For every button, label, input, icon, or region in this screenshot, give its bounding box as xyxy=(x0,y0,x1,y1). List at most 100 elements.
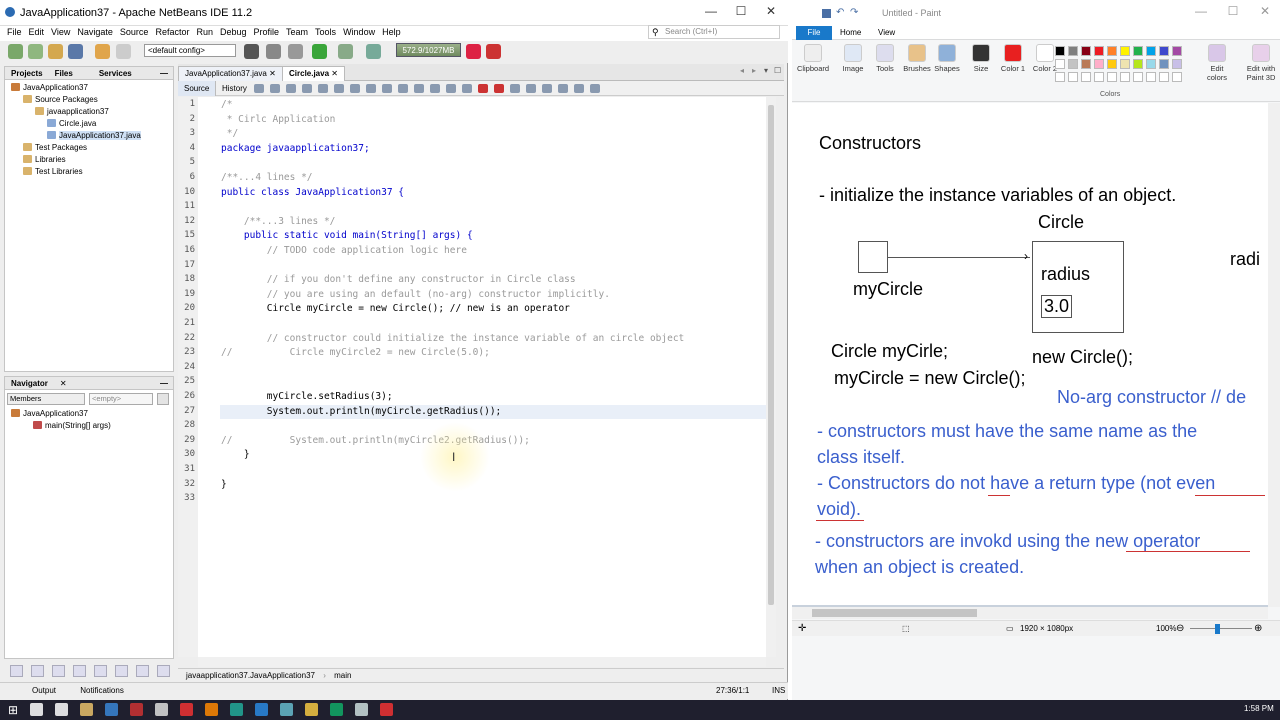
search-input[interactable]: Search (Ctrl+I) xyxy=(648,25,780,39)
taskbar-app-icon[interactable] xyxy=(280,703,293,716)
new-project-icon[interactable] xyxy=(8,44,23,59)
new-file-icon[interactable] xyxy=(28,44,43,59)
open-project-icon[interactable] xyxy=(48,44,63,59)
tree-item[interactable]: Test Libraries xyxy=(23,167,83,177)
zoom-out-icon[interactable]: ⊖ xyxy=(1176,621,1184,636)
color-swatch[interactable] xyxy=(1120,46,1130,56)
taskbar-app-icon[interactable] xyxy=(155,703,168,716)
editor-tool-icon[interactable] xyxy=(382,84,392,93)
save-all-icon[interactable] xyxy=(68,44,83,59)
editor-tool-icon[interactable] xyxy=(318,84,328,93)
editor-tool-icon[interactable] xyxy=(462,84,472,93)
menu-run[interactable]: Run xyxy=(196,26,213,39)
tab-files[interactable]: Files xyxy=(49,67,79,80)
static-icon[interactable] xyxy=(52,665,65,677)
ribbon-group-edit-colors[interactable]: Edit colors xyxy=(1200,44,1234,82)
gc-icon[interactable] xyxy=(466,44,481,59)
inherited-icon[interactable] xyxy=(73,665,86,677)
sort-icon[interactable] xyxy=(10,665,23,677)
taskbar-app-icon[interactable] xyxy=(105,703,118,716)
redo-icon[interactable]: ↷ xyxy=(850,7,858,18)
editor-tool-icon[interactable] xyxy=(270,84,280,93)
menu-profile[interactable]: Profile xyxy=(254,26,280,39)
color-swatch[interactable] xyxy=(1068,72,1078,82)
tab-source[interactable]: Source xyxy=(178,81,217,96)
color-swatch[interactable] xyxy=(1068,46,1078,56)
tab-projects[interactable]: Projects xyxy=(5,67,49,80)
color-swatch[interactable] xyxy=(1159,46,1169,56)
color-swatch[interactable] xyxy=(1107,46,1117,56)
zoom-in-icon[interactable]: ⊕ xyxy=(1254,621,1262,636)
redo-icon[interactable] xyxy=(116,44,131,59)
editor-vertical-scrollbar[interactable] xyxy=(766,97,776,657)
color-swatch[interactable] xyxy=(1068,59,1078,69)
paint-horizontal-scrollbar[interactable] xyxy=(792,607,1268,619)
ribbon-group-clipboard[interactable]: Clipboard xyxy=(796,44,830,73)
editor-tool-icon[interactable] xyxy=(254,84,264,93)
menu-view[interactable]: View xyxy=(51,26,70,39)
color-swatch[interactable] xyxy=(1055,72,1065,82)
debug-icon[interactable] xyxy=(338,44,353,59)
taskbar-app-icon[interactable] xyxy=(230,703,243,716)
color-swatch[interactable] xyxy=(1146,72,1156,82)
close-tab-icon[interactable]: ✕ xyxy=(331,69,338,78)
tree-item[interactable]: JavaApplication37.java xyxy=(47,131,141,141)
tab-list-icon[interactable]: ▾ xyxy=(764,66,768,75)
paint-canvas[interactable]: Constructors - initialize the instance v… xyxy=(792,103,1268,605)
tab-file[interactable]: File xyxy=(796,26,832,40)
clean-build-icon[interactable] xyxy=(288,44,303,59)
filter-icon[interactable] xyxy=(157,665,170,677)
ribbon-group-image[interactable]: Image xyxy=(836,44,870,73)
editor-tool-icon[interactable] xyxy=(558,84,568,93)
minimize-icon[interactable]: — xyxy=(696,4,726,22)
color-swatch[interactable] xyxy=(1094,59,1104,69)
editor-tool-icon[interactable] xyxy=(350,84,360,93)
taskbar-app-icon[interactable] xyxy=(30,703,43,716)
tree-item[interactable]: JavaApplication37 xyxy=(11,83,88,93)
color-swatch[interactable] xyxy=(1133,59,1143,69)
navigator-item[interactable]: JavaApplication37 xyxy=(11,409,88,419)
tree-item[interactable]: Test Packages xyxy=(23,143,87,153)
editor-tool-icon[interactable] xyxy=(430,84,440,93)
target-icon[interactable] xyxy=(244,44,259,59)
navigator-item[interactable]: main(String[] args) xyxy=(33,421,111,431)
memory-indicator[interactable]: 572.9/1027MB xyxy=(396,43,461,57)
tab-services[interactable]: Services xyxy=(93,67,138,80)
menu-file[interactable]: File xyxy=(7,26,22,39)
taskbar-app-icon[interactable] xyxy=(330,703,343,716)
color-swatch[interactable] xyxy=(1120,59,1130,69)
profile-icon[interactable] xyxy=(366,44,381,59)
taskbar-app-icon[interactable] xyxy=(380,703,393,716)
menu-team[interactable]: Team xyxy=(286,26,308,39)
menu-help[interactable]: Help xyxy=(382,26,401,39)
menu-source[interactable]: Source xyxy=(120,26,149,39)
color-swatch[interactable] xyxy=(1133,72,1143,82)
ribbon-group-color-1[interactable]: Color 1 xyxy=(996,44,1030,73)
taskbar-app-icon[interactable] xyxy=(130,703,143,716)
non-public-icon[interactable] xyxy=(94,665,107,677)
editor-tool-icon[interactable] xyxy=(414,84,424,93)
ribbon-group-brushes[interactable]: Brushes xyxy=(900,44,934,73)
close-icon[interactable]: ✕ xyxy=(1250,4,1280,22)
undo-icon[interactable] xyxy=(95,44,110,59)
color-swatch[interactable] xyxy=(1094,72,1104,82)
taskbar-app-icon[interactable] xyxy=(255,703,268,716)
taskbar-app-icon[interactable] xyxy=(55,703,68,716)
run-icon[interactable] xyxy=(312,44,327,59)
editor-tool-icon[interactable] xyxy=(542,84,552,93)
color-swatch[interactable] xyxy=(1172,72,1182,82)
config-select[interactable]: <default config> xyxy=(144,44,236,57)
color-swatch[interactable] xyxy=(1107,59,1117,69)
save-icon[interactable] xyxy=(822,9,831,18)
undo-icon[interactable]: ↶ xyxy=(836,7,844,18)
color-swatch[interactable] xyxy=(1159,59,1169,69)
menu-debug[interactable]: Debug xyxy=(220,26,247,39)
color-swatch[interactable] xyxy=(1146,46,1156,56)
menu-window[interactable]: Window xyxy=(343,26,375,39)
color-swatch[interactable] xyxy=(1081,72,1091,82)
navigator-options-icon[interactable] xyxy=(157,393,169,405)
maximize-icon[interactable]: ☐ xyxy=(1218,4,1248,22)
editor-horizontal-scrollbar[interactable] xyxy=(198,657,766,667)
minimize-panel-icon[interactable]: — xyxy=(155,67,173,80)
tree-item[interactable]: Source Packages xyxy=(23,95,98,105)
